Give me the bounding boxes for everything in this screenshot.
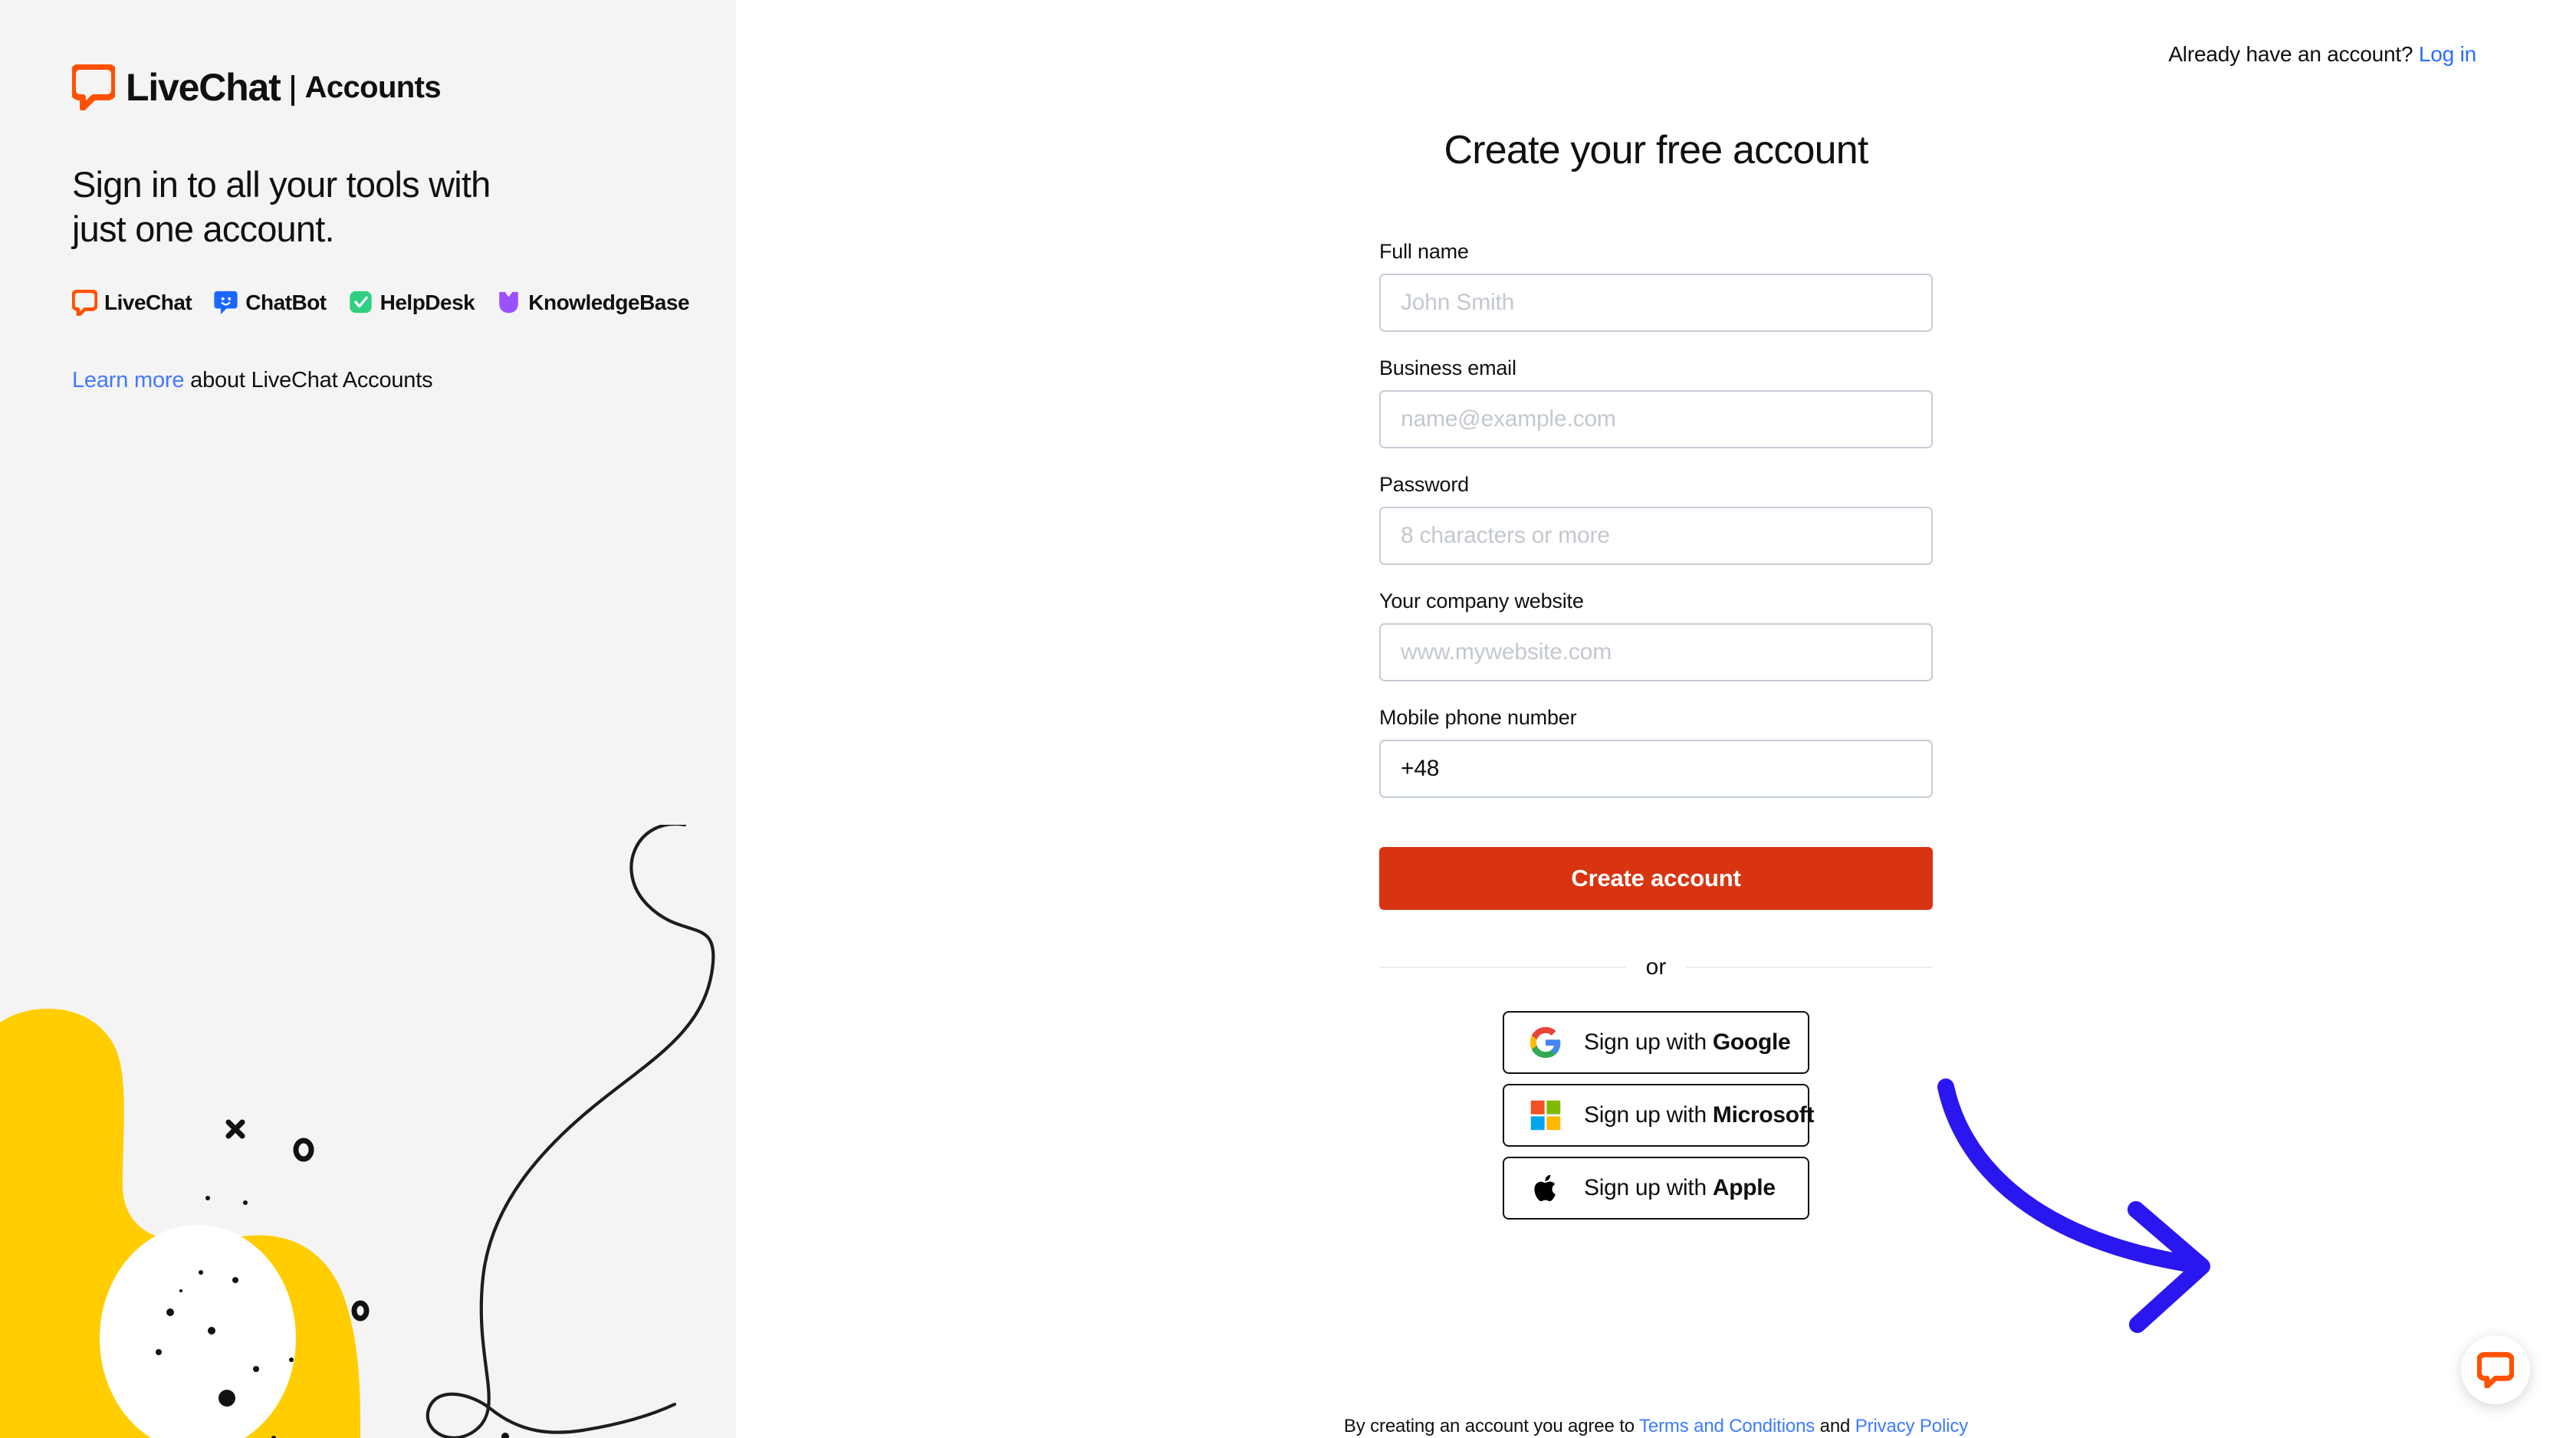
business-email-input[interactable]	[1379, 390, 1933, 449]
legal-prefix: By creating an account you agree to	[1343, 1416, 1640, 1436]
or-divider: or	[1379, 956, 1933, 979]
google-icon	[1530, 1027, 1561, 1059]
legal-notice: By creating an account you agree to Term…	[1273, 1416, 2039, 1437]
chatbot-icon	[214, 291, 238, 314]
divider-line-right	[1686, 967, 1933, 969]
mobile-phone-label: Mobile phone number	[1379, 706, 1577, 730]
privacy-policy-link[interactable]: Privacy Policy	[1855, 1416, 1968, 1436]
signup-form: Create your free account Full name Busin…	[1379, 128, 1933, 1220]
sign-up-with-apple-button[interactable]: Sign up with Apple	[1503, 1157, 1809, 1220]
product-label: ChatBot	[245, 290, 327, 314]
chat-bubble-icon	[2477, 1351, 2514, 1388]
apple-icon	[1534, 1174, 1556, 1202]
signup-main: Already have an account? Log in Create y…	[736, 0, 2576, 1438]
livechat-accounts-logo[interactable]: LiveChat Accounts	[72, 60, 736, 115]
livechat-logo-icon	[72, 64, 115, 110]
learn-more-rest: about LiveChat Accounts	[184, 367, 433, 392]
page-title: Create your free account	[1444, 128, 1868, 172]
company-website-label: Your company website	[1379, 589, 1584, 613]
livechat-widget-button[interactable]	[2461, 1335, 2530, 1404]
field-business-email: Business email	[1379, 356, 1933, 449]
tagline-line-2: just one account.	[72, 208, 335, 249]
log-in-link[interactable]: Log in	[2419, 42, 2476, 66]
knowledgebase-icon	[499, 291, 519, 313]
annotation-arrow-icon	[1937, 1078, 2210, 1333]
sidebar-tagline: Sign in to all your tools with just one …	[72, 163, 563, 251]
password-label: Password	[1379, 473, 1469, 497]
terms-and-conditions-link[interactable]: Terms and Conditions	[1639, 1416, 1815, 1436]
decorative-artwork	[0, 825, 715, 1438]
social-signup-list: Sign up with Google Sign up with Microso…	[1379, 1011, 1933, 1220]
product-label: LiveChat	[104, 290, 192, 314]
product-badge-livechat[interactable]: LiveChat	[72, 289, 192, 316]
mobile-phone-input[interactable]	[1379, 740, 1933, 799]
logo-suffix: Accounts	[304, 71, 442, 104]
field-password: Password	[1379, 473, 1933, 566]
signup-page: LiveChat Accounts Sign in to all your to…	[0, 0, 2576, 1438]
sign-up-with-microsoft-button[interactable]: Sign up with Microsoft	[1503, 1084, 1814, 1147]
apple-button-label: Sign up with Apple	[1584, 1175, 1776, 1201]
business-email-label: Business email	[1379, 356, 1516, 380]
sign-up-with-google-button[interactable]: Sign up with Google	[1503, 1011, 1809, 1075]
microsoft-icon	[1530, 1100, 1561, 1131]
legal-and: and	[1815, 1416, 1855, 1436]
login-prompt-text: Already have an account?	[2168, 42, 2413, 66]
product-label: KnowledgeBase	[528, 290, 690, 314]
livechat-icon	[72, 289, 97, 316]
logo-divider	[291, 75, 294, 106]
product-badge-knowledgebase[interactable]: KnowledgeBase	[496, 290, 690, 316]
product-badge-chatbot[interactable]: ChatBot	[213, 290, 327, 316]
divider-label: or	[1645, 954, 1667, 980]
brand-sidebar: LiveChat Accounts Sign in to all your to…	[0, 0, 736, 1438]
tagline-line-1: Sign in to all your tools with	[72, 164, 491, 205]
helpdesk-icon	[349, 291, 372, 313]
login-prompt: Already have an account? Log in	[2168, 42, 2476, 67]
learn-more-line: Learn more about LiveChat Accounts	[72, 368, 736, 393]
learn-more-link[interactable]: Learn more	[72, 368, 185, 392]
microsoft-button-label: Sign up with Microsoft	[1584, 1102, 1815, 1128]
full-name-input[interactable]	[1379, 274, 1933, 333]
create-account-button[interactable]: Create account	[1379, 847, 1933, 911]
field-company-website: Your company website	[1379, 589, 1933, 682]
field-full-name: Full name	[1379, 240, 1933, 333]
product-badges: LiveChat ChatBot HelpDesk KnowledgeBase	[72, 289, 736, 316]
logo-wordmark: LiveChat	[126, 66, 281, 109]
company-website-input[interactable]	[1379, 623, 1933, 682]
divider-line-left	[1379, 967, 1626, 969]
product-badge-helpdesk[interactable]: HelpDesk	[348, 290, 475, 316]
field-mobile-phone: Mobile phone number	[1379, 706, 1933, 799]
password-input[interactable]	[1379, 507, 1933, 566]
product-label: HelpDesk	[380, 290, 475, 314]
google-button-label: Sign up with Google	[1584, 1029, 1791, 1056]
full-name-label: Full name	[1379, 240, 1469, 264]
